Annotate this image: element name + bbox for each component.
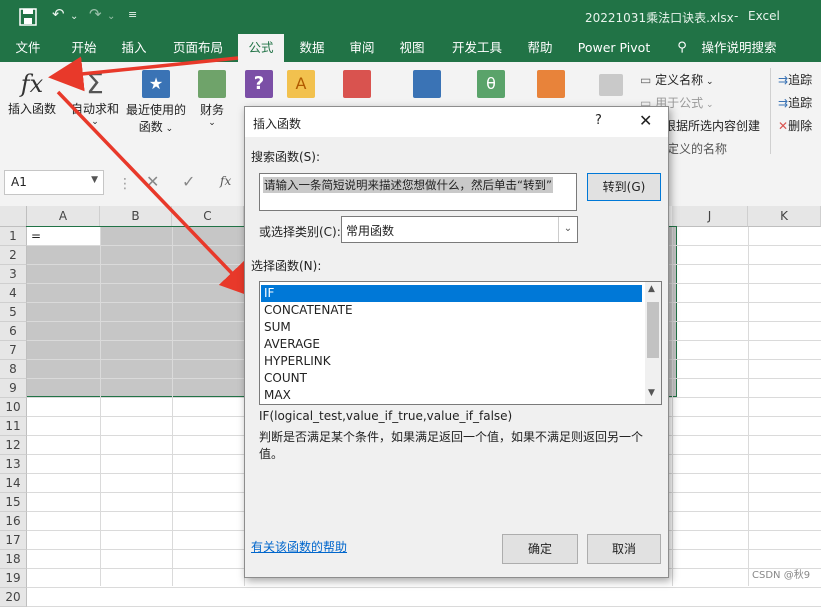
search-function-text: 请输入一条简短说明来描述您想做什么，然后单击“转到” — [263, 177, 553, 193]
dialog-help-button[interactable]: ? — [595, 113, 602, 128]
goto-button[interactable]: 转到(G) — [587, 173, 661, 201]
cancel-button[interactable]: 取消 — [587, 534, 661, 564]
category-dropdown-icon[interactable]: ⌄ — [558, 217, 577, 242]
function-list[interactable]: IF CONCATENATE SUM AVERAGE HYPERLINK COUNT MAX… — [259, 281, 662, 405]
category-select[interactable]: 常用函数 ⌄ — [341, 216, 578, 243]
insert-function-dialog: 插入函数 ? ✕ 搜索函数(S): 请输入一条简短说明来描述您想做什么，然后单击… — [244, 106, 669, 578]
function-list-items: IF CONCATENATE SUM AVERAGE HYPERLINK COUNT MAX — [261, 285, 642, 404]
scroll-thumb[interactable] — [647, 302, 659, 358]
scroll-down-icon[interactable]: ▼ — [648, 388, 655, 398]
function-help-link[interactable]: 有关该函数的帮助 — [251, 538, 347, 555]
search-function-label: 搜索函数(S): — [251, 150, 321, 164]
dialog-close-icon[interactable]: ✕ — [639, 111, 652, 130]
function-list-item[interactable]: COUNT — [261, 370, 642, 387]
select-function-label: 选择函数(N): — [251, 259, 322, 273]
function-list-item[interactable]: HYPERLINK — [261, 353, 642, 370]
function-description: 判断是否满足某个条件，如果满足返回一个值，如果不满足则返回另一个值。 — [259, 430, 644, 461]
category-value: 常用函数 — [346, 224, 395, 238]
function-signature: IF(logical_test,value_if_true,value_if_f… — [259, 409, 513, 423]
row-header[interactable]: 20 — [0, 588, 27, 607]
category-label: 或选择类别(C): — [259, 225, 341, 239]
ok-button[interactable]: 确定 — [502, 534, 578, 564]
function-list-item[interactable]: MAX — [261, 387, 642, 404]
watermark: CSDN @秋9 — [752, 570, 811, 581]
function-list-item[interactable]: AVERAGE — [261, 336, 642, 353]
function-list-scrollbar[interactable]: ▲ ▼ — [645, 282, 661, 404]
search-function-input[interactable]: 请输入一条简短说明来描述您想做什么，然后单击“转到” — [259, 173, 577, 211]
function-list-item[interactable]: IF — [261, 285, 642, 302]
dialog-title: 插入函数 — [253, 117, 302, 131]
arrow-formulas-to-fx — [48, 56, 239, 92]
function-list-item[interactable]: CONCATENATE — [261, 302, 642, 319]
function-list-item[interactable]: SUM — [261, 319, 642, 336]
arrow-fx-to-dialog — [56, 90, 256, 299]
dialog-title-bar: 插入函数 ? ✕ — [245, 107, 668, 137]
gridline — [27, 587, 821, 588]
scroll-up-icon[interactable]: ▲ — [648, 284, 655, 294]
